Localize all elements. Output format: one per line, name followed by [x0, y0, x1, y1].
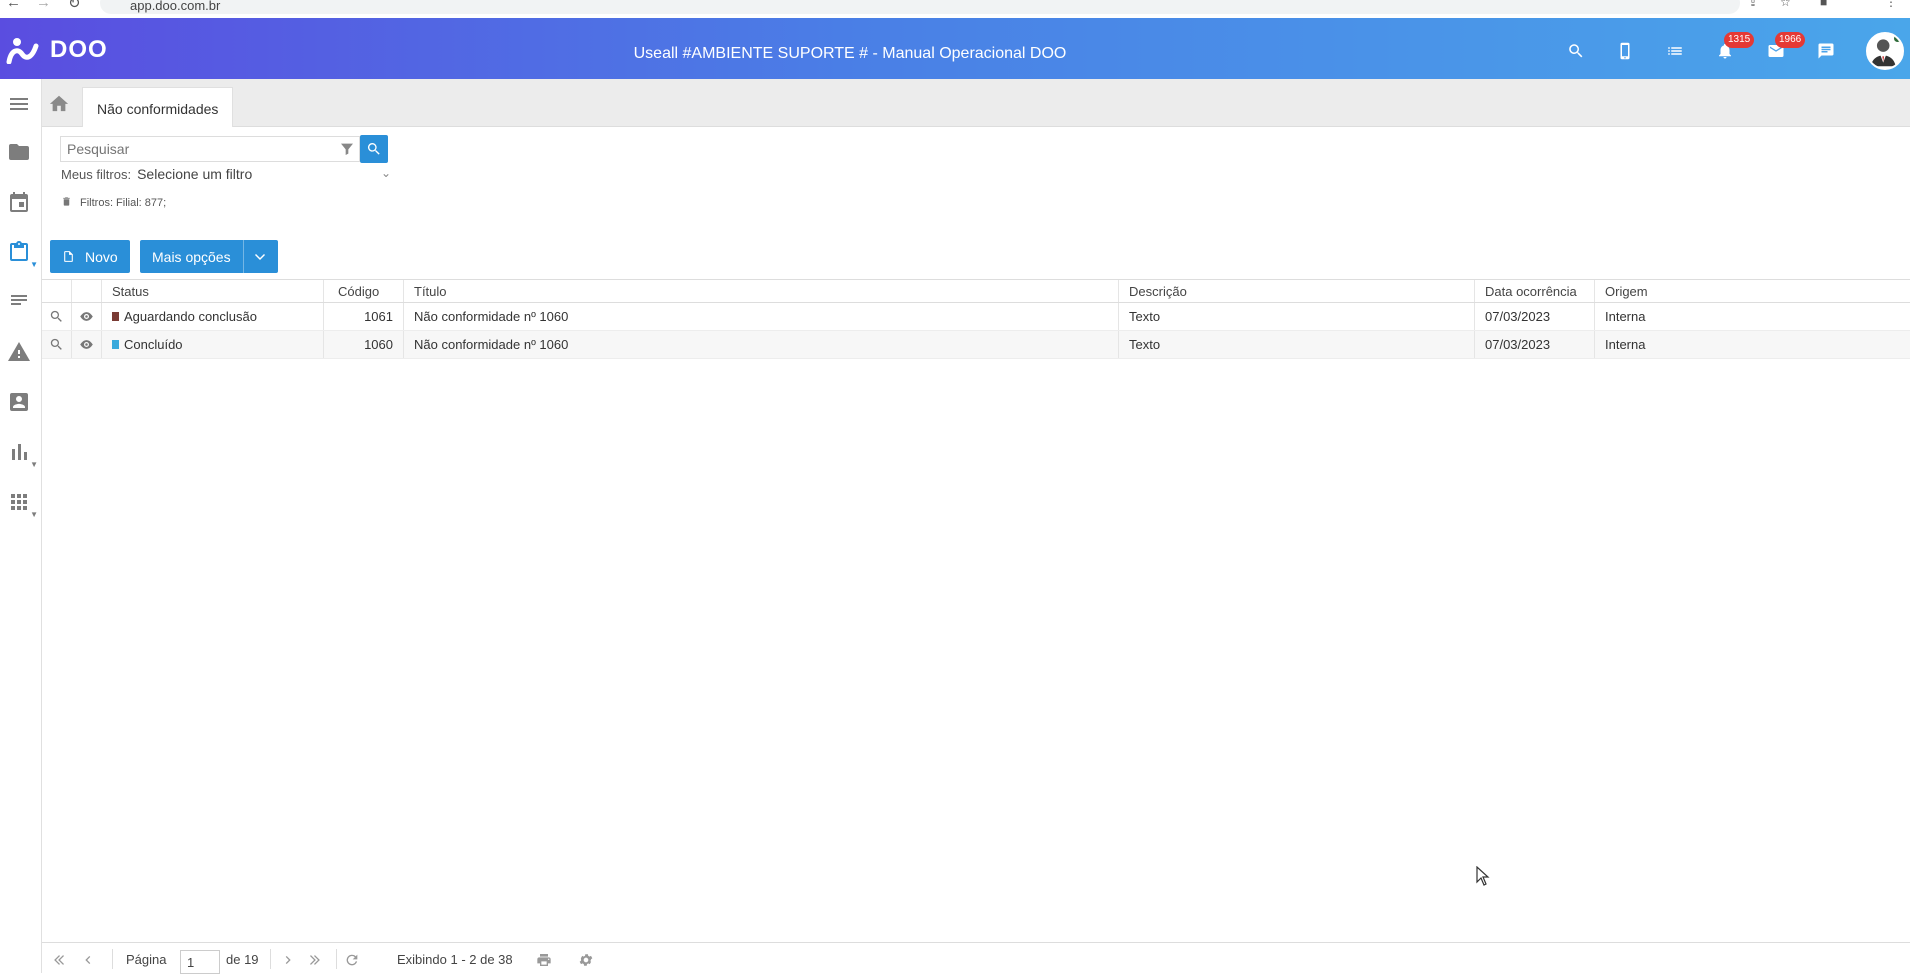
table-row[interactable]: Concluído 1060 Não conformidade nº 1060 …	[42, 331, 1910, 359]
text-lines-icon[interactable]	[6, 289, 32, 315]
prev-page-icon[interactable]	[80, 952, 96, 968]
titulo-cell: Não conformidade nº 1060	[404, 331, 1119, 358]
first-page-icon[interactable]	[52, 952, 68, 968]
notifications-bell-icon[interactable]: 1315	[1714, 32, 1755, 62]
contact-card-icon[interactable]	[6, 389, 32, 415]
search-box	[60, 136, 360, 162]
address-bar[interactable]: app.doo.com.br	[100, 0, 1740, 14]
row-view-icon[interactable]	[72, 303, 102, 330]
mobile-icon[interactable]	[1614, 40, 1636, 62]
row-view-icon[interactable]	[72, 331, 102, 358]
status-cell: Aguardando conclusão	[102, 303, 324, 330]
forward-icon[interactable]: →	[36, 0, 51, 11]
status-color-square	[112, 340, 119, 349]
search-input[interactable]	[61, 137, 331, 161]
pagination-bar: Página 1 de 19 Exibindo 1 - 2 de 38	[42, 942, 1910, 974]
settings-gear-icon[interactable]	[578, 952, 594, 968]
sidebar: ▼ ▼ ▼	[0, 79, 42, 973]
refresh-icon[interactable]	[344, 952, 360, 968]
codigo-cell: 1061	[324, 303, 404, 330]
origem-cell: Interna	[1605, 337, 1646, 352]
extension-icon[interactable]: ■	[1820, 0, 1827, 9]
status-text: Concluído	[124, 337, 183, 352]
my-filters-value: Selecione um filtro	[137, 166, 253, 182]
col-codigo[interactable]: Código	[324, 280, 404, 302]
showing-text: Exibindo 1 - 2 de 38	[397, 952, 513, 967]
data-cell: 07/03/2023	[1475, 331, 1595, 358]
user-avatar[interactable]	[1866, 32, 1904, 70]
filter-icon[interactable]	[339, 141, 355, 157]
warning-icon[interactable]	[6, 339, 32, 365]
data-cell: 07/03/2023	[1475, 303, 1595, 330]
new-button[interactable]: Novo	[50, 240, 130, 273]
print-icon[interactable]	[536, 952, 552, 968]
apps-grid-icon[interactable]: ▼	[6, 489, 38, 519]
reload-icon[interactable]: ↻	[68, 0, 81, 12]
star-icon[interactable]: ☆	[1780, 0, 1791, 9]
search-icon	[367, 143, 380, 155]
new-button-label: Novo	[85, 248, 118, 265]
menu-icon[interactable]	[6, 91, 32, 117]
descricao-cell: Texto	[1119, 303, 1475, 330]
data-table: Status Código Título Descrição Data ocor…	[42, 279, 1910, 359]
more-options-label: Mais opções	[152, 248, 231, 265]
last-page-icon[interactable]	[306, 952, 322, 968]
chat-icon[interactable]	[1815, 40, 1837, 62]
more-options-button[interactable]: Mais opções	[140, 240, 278, 273]
bar-chart-icon[interactable]: ▼	[6, 439, 38, 469]
status-cell: Concluído	[102, 331, 324, 358]
tab-nao-conformidades[interactable]: Não conformidades	[82, 87, 234, 127]
mail-icon[interactable]: 1966	[1765, 32, 1806, 62]
chevron-down-icon: ⌄	[380, 166, 391, 180]
header-search-icon[interactable]	[1565, 40, 1587, 62]
col-titulo[interactable]: Título	[404, 280, 1119, 302]
table-header: Status Código Título Descrição Data ocor…	[42, 279, 1910, 303]
search-button[interactable]	[360, 135, 388, 163]
my-filters-label: Meus filtros:	[61, 167, 132, 182]
page-number-input[interactable]: 1	[180, 950, 220, 974]
row-search-icon[interactable]	[42, 331, 72, 358]
status-text: Aguardando conclusão	[124, 309, 257, 324]
file-icon	[64, 251, 73, 262]
share-icon[interactable]: ⇪	[1748, 0, 1758, 9]
codigo-cell: 1060	[324, 331, 404, 358]
trash-icon[interactable]	[61, 196, 72, 207]
status-color-square	[112, 312, 119, 321]
browser-toolbar: ← → ↻ app.doo.com.br ⇪ ☆ ■ ⋮	[0, 0, 1910, 18]
task-list-icon[interactable]	[1664, 40, 1686, 62]
mouse-cursor-icon	[1476, 866, 1490, 886]
my-filters-select[interactable]: Meus filtros: Selecione um filtro ⌄	[61, 166, 391, 182]
page-label: Página	[126, 952, 167, 967]
calendar-icon[interactable]	[6, 189, 32, 215]
active-filters-text: Filtros: Filial: 877;	[80, 197, 167, 209]
messages-badge: 1966	[1775, 32, 1806, 48]
page-title: Useall #AMBIENTE SUPORTE # - Manual Oper…	[633, 45, 1067, 62]
back-icon[interactable]: ←	[6, 0, 21, 11]
page-total: de 19	[226, 952, 259, 967]
col-descricao[interactable]: Descrição	[1119, 280, 1475, 302]
titulo-cell: Não conformidade nº 1060	[404, 303, 1119, 330]
online-status-dot	[1892, 34, 1902, 44]
home-icon[interactable]	[48, 93, 70, 113]
descricao-cell: Texto	[1119, 331, 1475, 358]
notifications-badge: 1315	[1724, 32, 1755, 48]
col-data-ocorrencia[interactable]: Data ocorrência	[1475, 280, 1595, 302]
next-page-icon[interactable]	[280, 952, 296, 968]
address-text: app.doo.com.br	[130, 0, 221, 13]
more-options-dropdown[interactable]	[242, 240, 266, 273]
browser-menu-icon[interactable]: ⋮	[1885, 0, 1897, 9]
folder-icon[interactable]	[6, 139, 32, 165]
origem-cell: Interna	[1605, 309, 1646, 324]
app-header: DOO Useall #AMBIENTE SUPORTE # - Manual …	[0, 18, 1910, 79]
clipboard-icon[interactable]: ▼	[6, 239, 38, 269]
col-origem[interactable]: Origem	[1595, 280, 1910, 302]
tab-bar: Não conformidades	[42, 79, 1910, 127]
col-status[interactable]: Status	[102, 280, 324, 302]
table-row[interactable]: Aguardando conclusão 1061 Não conformida…	[42, 303, 1910, 331]
chevron-down-icon	[254, 253, 265, 260]
active-filters: Filtros: Filial: 877;	[61, 196, 166, 209]
row-search-icon[interactable]	[42, 303, 72, 330]
